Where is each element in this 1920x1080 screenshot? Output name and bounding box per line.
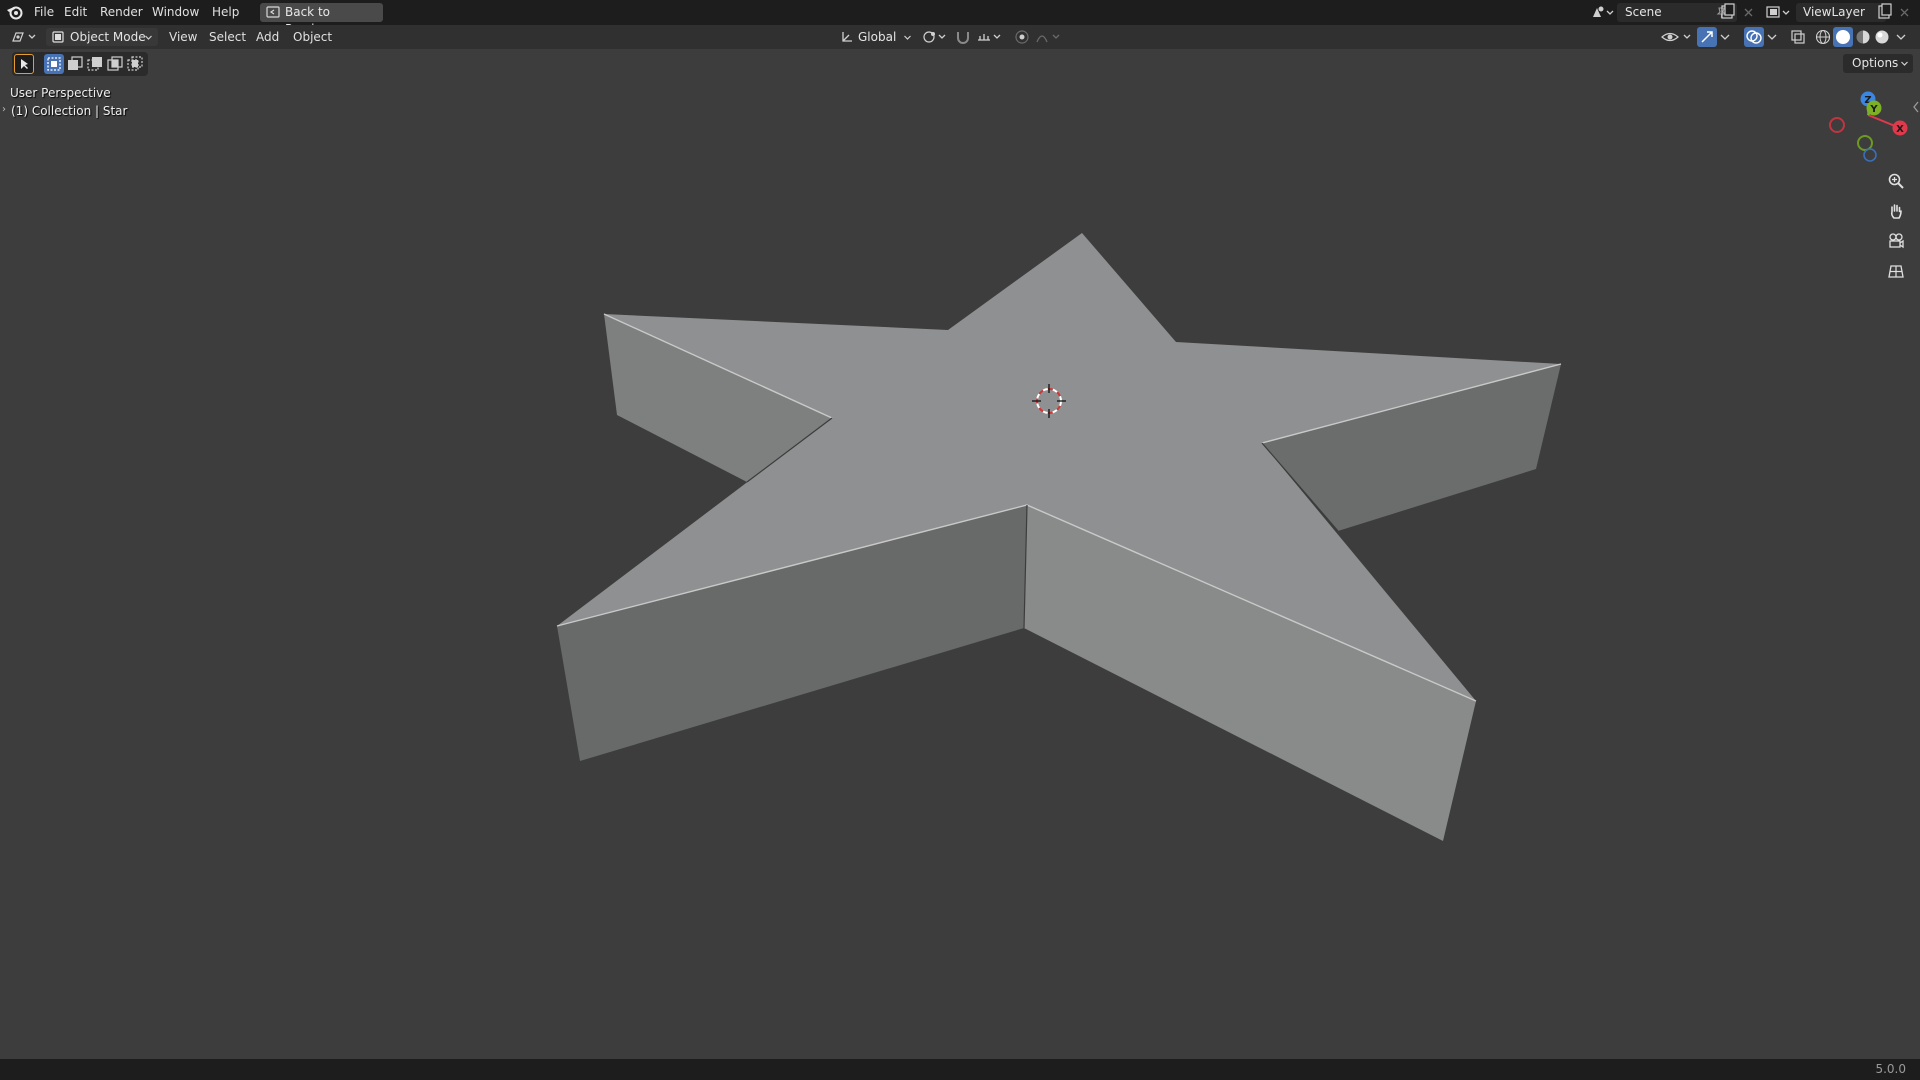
object-mode-label: Object Mode (70, 30, 146, 44)
material-preview-icon[interactable] (1854, 28, 1872, 46)
menu-window[interactable]: Window (147, 4, 204, 21)
menu-view[interactable]: View (163, 28, 203, 46)
view-layer-icon (1766, 6, 1790, 18)
chevron-down-icon[interactable] (1718, 28, 1732, 46)
viewlayer-name-field[interactable]: ViewLayer (1796, 3, 1886, 22)
menu-render[interactable]: Render (95, 4, 148, 21)
overlays-icon (1746, 30, 1762, 44)
3d-viewport[interactable]: Z Y X (0, 49, 1920, 1059)
solid-shading-button[interactable] (1833, 27, 1853, 47)
delete-scene-icon[interactable] (1742, 3, 1756, 22)
chevron-down-icon (904, 35, 911, 40)
transform-orientation-dropdown[interactable]: Global (836, 28, 916, 46)
top-menu-bar: File Edit Render Window Help Back to Pre… (0, 0, 1920, 36)
editor-type-icon[interactable] (10, 28, 40, 46)
chevron-down-icon (145, 35, 152, 40)
zoom-button[interactable] (1883, 168, 1909, 194)
menu-edit[interactable]: Edit (59, 4, 92, 21)
menu-file[interactable]: File (29, 4, 59, 21)
solid-shading-icon (1836, 30, 1850, 44)
hand-pan-icon (1890, 204, 1902, 219)
pan-button[interactable] (1883, 198, 1909, 224)
gizmo-neg-z-handle[interactable] (1863, 148, 1877, 162)
rendered-shading-icon[interactable] (1873, 28, 1891, 46)
pivot-point-icon[interactable] (920, 28, 950, 46)
scene-icon (1593, 6, 1614, 17)
toggle-ortho-button[interactable] (1883, 258, 1909, 284)
overlays-toggle-button[interactable] (1744, 27, 1764, 47)
viewport-header: Object Mode View Select Add Object Globa… (0, 25, 1920, 49)
gizmo-toggle-button[interactable] (1697, 27, 1717, 47)
object-mode-dropdown[interactable]: Object Mode (46, 28, 158, 46)
scene-name-field[interactable]: Scene (1617, 3, 1737, 22)
menu-help[interactable]: Help (207, 4, 244, 21)
zoom-magnifier-icon (1888, 173, 1904, 189)
status-bar: 5.0.0 (0, 1059, 1920, 1080)
back-to-previous-button[interactable]: Back to Previous (260, 3, 383, 36)
falloff-curve-icon[interactable] (1034, 28, 1064, 46)
scene-name-label: Scene (1625, 5, 1662, 19)
orientation-label: Global (858, 30, 897, 44)
gizmo-y-label: Y (1869, 104, 1878, 115)
orientation-axes-icon (842, 32, 852, 42)
version-label: 5.0.0 (1875, 1062, 1906, 1076)
active-collection-label: (1) Collection | Star (11, 104, 128, 118)
snap-magnet-icon[interactable] (954, 28, 972, 46)
camera-icon (1889, 233, 1904, 249)
menu-select[interactable]: Select (203, 28, 252, 46)
gizmo-x-label: X (1896, 124, 1904, 135)
chevron-down-icon[interactable] (1765, 28, 1779, 46)
new-viewlayer-icon[interactable] (1877, 3, 1893, 22)
back-screen-icon (266, 6, 280, 18)
viewlayer-type-selector[interactable] (1764, 3, 1794, 22)
gizmo-neg-x-handle[interactable] (1829, 117, 1845, 133)
blender-logo-icon[interactable] (6, 4, 24, 21)
gizmo-neg-y-handle[interactable] (1857, 135, 1873, 151)
grid-perspective-icon (1888, 265, 1904, 278)
new-scene-icon[interactable] (1720, 3, 1736, 22)
view-perspective-label: User Perspective (10, 86, 111, 100)
collection-expand-icon[interactable]: › (2, 104, 6, 115)
wireframe-shading-icon[interactable] (1814, 28, 1832, 46)
xray-toggle-icon[interactable] (1789, 28, 1807, 46)
camera-view-button[interactable] (1883, 228, 1909, 254)
snap-increment-icon[interactable] (975, 28, 1005, 46)
chevron-down-icon[interactable] (1894, 28, 1908, 46)
object-mode-icon (52, 31, 64, 43)
visibility-eye-icon[interactable] (1660, 28, 1694, 46)
menu-add[interactable]: Add (250, 28, 285, 46)
menu-object[interactable]: Object (287, 28, 338, 46)
proportional-editing-icon[interactable] (1013, 28, 1031, 46)
sidebar-toggle-icon[interactable] (1913, 101, 1919, 113)
viewlayer-name-label: ViewLayer (1803, 5, 1865, 19)
navigation-gizmo[interactable]: Z Y X (1829, 91, 1908, 162)
delete-viewlayer-icon[interactable] (1898, 3, 1912, 22)
scene-type-selector[interactable] (1588, 3, 1618, 22)
gizmo-icon (1701, 31, 1713, 43)
